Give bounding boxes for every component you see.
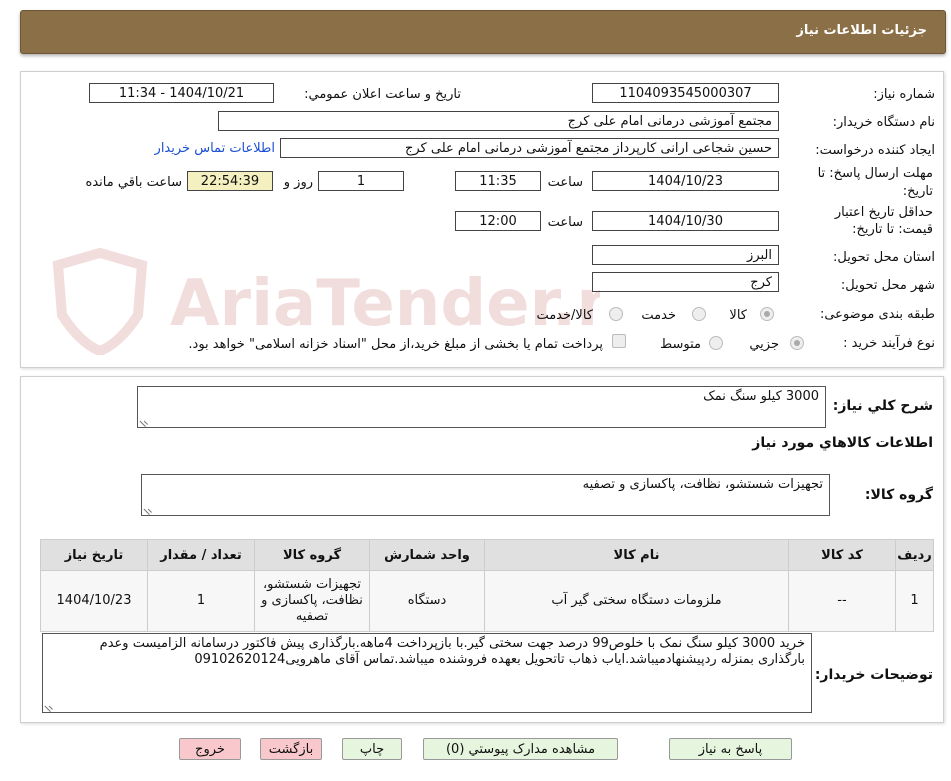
print-button[interactable]: چاپ <box>342 738 402 760</box>
category-option-service: خدمت <box>641 308 676 323</box>
buyer-notes-textarea: خرید 3000 کیلو سنگ نمک با خلوص99 درصد جه… <box>42 633 812 713</box>
announce-field: 1404/10/21 - 11:34 <box>89 83 274 103</box>
summary-textarea: 3000 کیلو سنگ نمک <box>137 386 826 428</box>
reply-time-field: 11:35 <box>455 171 541 191</box>
validity-label-1: حداقل تاريخ اعتبار <box>834 205 933 220</box>
cell-unit: دستگاه <box>369 570 485 632</box>
table-header-row: رديف کد کالا نام کالا واحد شمارش گروه کا… <box>40 539 934 571</box>
summary-text: 3000 کیلو سنگ نمک <box>703 389 819 404</box>
goods-group-text: تجهیزات شستشو، نظافت، پاکسازی و تصفیه <box>582 477 823 492</box>
validity-time-field: 12:00 <box>455 211 541 231</box>
cell-group: تجهیزات شستشو، نظافت، پاکسازی و تصفیه <box>254 570 370 632</box>
cell-name: ملزومات دستگاه سختی گیر آب <box>484 570 789 632</box>
category-option-goods: کالا <box>729 308 747 323</box>
exit-button[interactable]: خروج <box>179 738 241 760</box>
items-table: رديف کد کالا نام کالا واحد شمارش گروه کا… <box>40 539 934 632</box>
goods-group-label: گروه کالا: <box>864 487 933 503</box>
process-radio-minor[interactable] <box>790 336 804 350</box>
col-row: رديف <box>895 539 934 571</box>
category-radio-goods[interactable] <box>760 307 774 321</box>
view-attachments-button[interactable]: مشاهده مدارک پيوستي (0) <box>423 738 618 760</box>
province-field: البرز <box>592 245 779 265</box>
resize-grip-icon[interactable] <box>139 414 152 427</box>
announce-label: تاریخ و ساعت اعلان عمومي: <box>304 87 461 102</box>
goods-group-textarea: تجهیزات شستشو، نظافت، پاکسازی و تصفیه <box>141 474 830 516</box>
cell-date: 1404/10/23 <box>40 570 148 632</box>
reply-to-need-button[interactable]: پاسخ به نياز <box>669 738 792 760</box>
table-row: 1 -- ملزومات دستگاه سختی گیر آب دستگاه ت… <box>40 570 934 632</box>
validity-label-2: قيمت: تا تاريخ: <box>852 222 933 237</box>
buyer-notes-label: توضيحات خريدار: <box>814 667 933 683</box>
col-unit: واحد شمارش <box>369 539 485 571</box>
process-option-medium: متوسط <box>660 337 701 352</box>
buyer-notes-text: خرید 3000 کیلو سنگ نمک با خلوص99 درصد جه… <box>99 636 805 667</box>
treasury-checkbox[interactable] <box>612 334 626 348</box>
col-date: تاريخ نياز <box>40 539 148 571</box>
goods-section-title: اطلاعات کالاهاي مورد نياز <box>752 435 933 451</box>
buyer-contact-link[interactable]: اطلاعات تماس خريدار <box>155 141 275 156</box>
resize-grip-icon[interactable] <box>143 502 156 515</box>
reply-date-field: 1404/10/23 <box>592 171 779 191</box>
days-label: روز و <box>283 175 313 190</box>
cell-row: 1 <box>895 570 934 632</box>
col-qty: تعداد / مقدار <box>147 539 255 571</box>
category-label: طبقه بندی موضوعی: <box>819 307 935 322</box>
need-number-label: شماره نیاز: <box>873 87 935 102</box>
col-group: گروه کالا <box>254 539 370 571</box>
requester-label: ايجاد کننده درخواست: <box>815 143 935 158</box>
remaining-time-label: ساعت باقي مانده <box>85 175 182 190</box>
back-button[interactable]: بازگشت <box>260 738 322 760</box>
cell-code: -- <box>788 570 896 632</box>
province-label: استان محل تحويل: <box>833 250 935 265</box>
category-radio-goods-service[interactable] <box>609 307 623 321</box>
payment-note: پرداخت تمام يا بخشی از مبلغ خريد،از محل … <box>188 337 603 352</box>
validity-date-field: 1404/10/30 <box>592 211 779 231</box>
category-option-goods-service: کالا/خدمت <box>536 308 593 323</box>
col-name: نام کالا <box>484 539 789 571</box>
reply-time-label: ساعت <box>547 175 583 190</box>
process-option-minor: جزيي <box>749 337 779 352</box>
days-field: 1 <box>318 171 404 191</box>
city-field: کرج <box>592 272 779 292</box>
category-radio-service[interactable] <box>692 307 706 321</box>
process-radio-medium[interactable] <box>709 336 723 350</box>
need-number-field: 1104093545000307 <box>592 83 779 103</box>
process-label: نوع فرآیند خرید : <box>843 336 935 351</box>
col-code: کد کالا <box>788 539 896 571</box>
city-label: شهر محل تحويل: <box>840 278 935 293</box>
resize-grip-icon[interactable] <box>44 699 57 712</box>
summary-label: شرح کلي نياز: <box>832 398 933 414</box>
buyer-org-field: مجتمع آموزشی درمانی امام علی کرج <box>218 111 779 131</box>
reply-deadline-label-2: تاريخ: <box>902 184 933 199</box>
buyer-org-label: نام دستگاه خريدار: <box>832 115 935 130</box>
reply-deadline-label-1: مهلت ارسال پاسخ: تا <box>817 166 933 181</box>
page-header: جزئیات اطلاعات نیاز <box>20 10 946 54</box>
cell-qty: 1 <box>147 570 255 632</box>
requester-field: حسین شجاعی ارانی کارپرداز مجتمع آموزشی د… <box>280 138 779 158</box>
page-title: جزئیات اطلاعات نیاز <box>796 23 927 38</box>
validity-time-label: ساعت <box>547 215 583 230</box>
remaining-time-field: 22:54:39 <box>187 171 273 191</box>
